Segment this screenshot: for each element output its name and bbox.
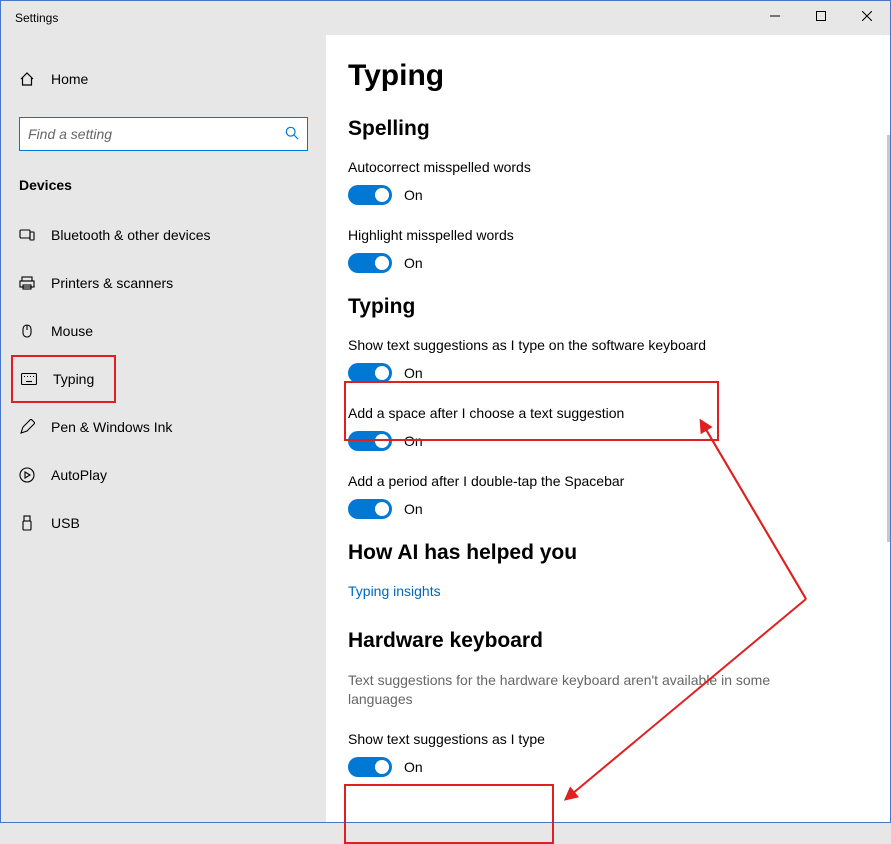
- keyboard-icon: [21, 373, 53, 385]
- toggle-space[interactable]: [348, 431, 392, 451]
- toggle-state: On: [404, 501, 423, 517]
- toggle-hw-suggestions[interactable]: [348, 757, 392, 777]
- sidebar: Home Devices Bluetooth & other devices P…: [1, 35, 326, 822]
- close-button[interactable]: [844, 1, 890, 31]
- setting-autocorrect: Autocorrect misspelled words On: [348, 159, 850, 205]
- section-typing: Typing: [348, 295, 850, 319]
- setting-label: Show text suggestions as I type on the s…: [348, 337, 850, 353]
- page-title: Typing: [348, 59, 850, 93]
- main-panel: Typing Spelling Autocorrect misspelled w…: [326, 35, 890, 822]
- section-ai: How AI has helped you: [348, 541, 850, 565]
- home-label: Home: [51, 71, 88, 87]
- setting-highlight: Highlight misspelled words On: [348, 227, 850, 273]
- toggle-state: On: [404, 365, 423, 381]
- minimize-button[interactable]: [752, 1, 798, 31]
- hardware-desc: Text suggestions for the hardware keyboa…: [348, 671, 778, 709]
- toggle-state: On: [404, 759, 423, 775]
- sidebar-item-label: Pen & Windows Ink: [51, 419, 172, 435]
- printer-icon: [19, 275, 51, 291]
- sidebar-item-label: USB: [51, 515, 80, 531]
- sidebar-item-label: Bluetooth & other devices: [51, 227, 211, 243]
- maximize-button[interactable]: [798, 1, 844, 31]
- toggle-period[interactable]: [348, 499, 392, 519]
- sidebar-item-label: Printers & scanners: [51, 275, 173, 291]
- sidebar-item-autoplay[interactable]: AutoPlay: [1, 451, 326, 499]
- sidebar-item-bluetooth[interactable]: Bluetooth & other devices: [1, 211, 326, 259]
- autoplay-icon: [19, 467, 51, 483]
- setting-add-period: Add a period after I double-tap the Spac…: [348, 473, 850, 519]
- pen-icon: [19, 419, 51, 435]
- sidebar-item-label: Mouse: [51, 323, 93, 339]
- toggle-highlight[interactable]: [348, 253, 392, 273]
- setting-label: Autocorrect misspelled words: [348, 159, 850, 175]
- usb-icon: [19, 515, 51, 531]
- search-field[interactable]: [19, 117, 308, 151]
- home-icon: [19, 71, 51, 87]
- sidebar-item-printers[interactable]: Printers & scanners: [1, 259, 326, 307]
- mouse-icon: [19, 323, 51, 339]
- setting-add-space: Add a space after I choose a text sugges…: [348, 405, 850, 451]
- search-icon: [285, 126, 299, 143]
- setting-label: Add a period after I double-tap the Spac…: [348, 473, 850, 489]
- toggle-suggestions[interactable]: [348, 363, 392, 383]
- sidebar-item-label: Typing: [53, 371, 94, 387]
- sidebar-section: Devices: [1, 169, 326, 211]
- typing-insights-link[interactable]: Typing insights: [348, 583, 850, 599]
- toggle-autocorrect[interactable]: [348, 185, 392, 205]
- sidebar-item-mouse[interactable]: Mouse: [1, 307, 326, 355]
- setting-text-suggestions: Show text suggestions as I type on the s…: [348, 337, 850, 383]
- sidebar-item-pen[interactable]: Pen & Windows Ink: [1, 403, 326, 451]
- setting-label: Highlight misspelled words: [348, 227, 850, 243]
- setting-hw-suggestions: Show text suggestions as I type On: [348, 731, 850, 777]
- section-spelling: Spelling: [348, 117, 850, 141]
- toggle-state: On: [404, 433, 423, 449]
- section-hardware: Hardware keyboard: [348, 629, 850, 653]
- search-input[interactable]: [28, 126, 285, 142]
- setting-label: Show text suggestions as I type: [348, 731, 850, 747]
- home-nav[interactable]: Home: [1, 55, 326, 103]
- setting-label: Add a space after I choose a text sugges…: [348, 405, 850, 421]
- sidebar-item-usb[interactable]: USB: [1, 499, 326, 547]
- toggle-state: On: [404, 187, 423, 203]
- devices-icon: [19, 227, 51, 243]
- toggle-state: On: [404, 255, 423, 271]
- sidebar-item-typing[interactable]: Typing: [13, 357, 114, 401]
- window-controls: [752, 1, 890, 31]
- window-title: Settings: [15, 11, 58, 25]
- sidebar-item-label: AutoPlay: [51, 467, 107, 483]
